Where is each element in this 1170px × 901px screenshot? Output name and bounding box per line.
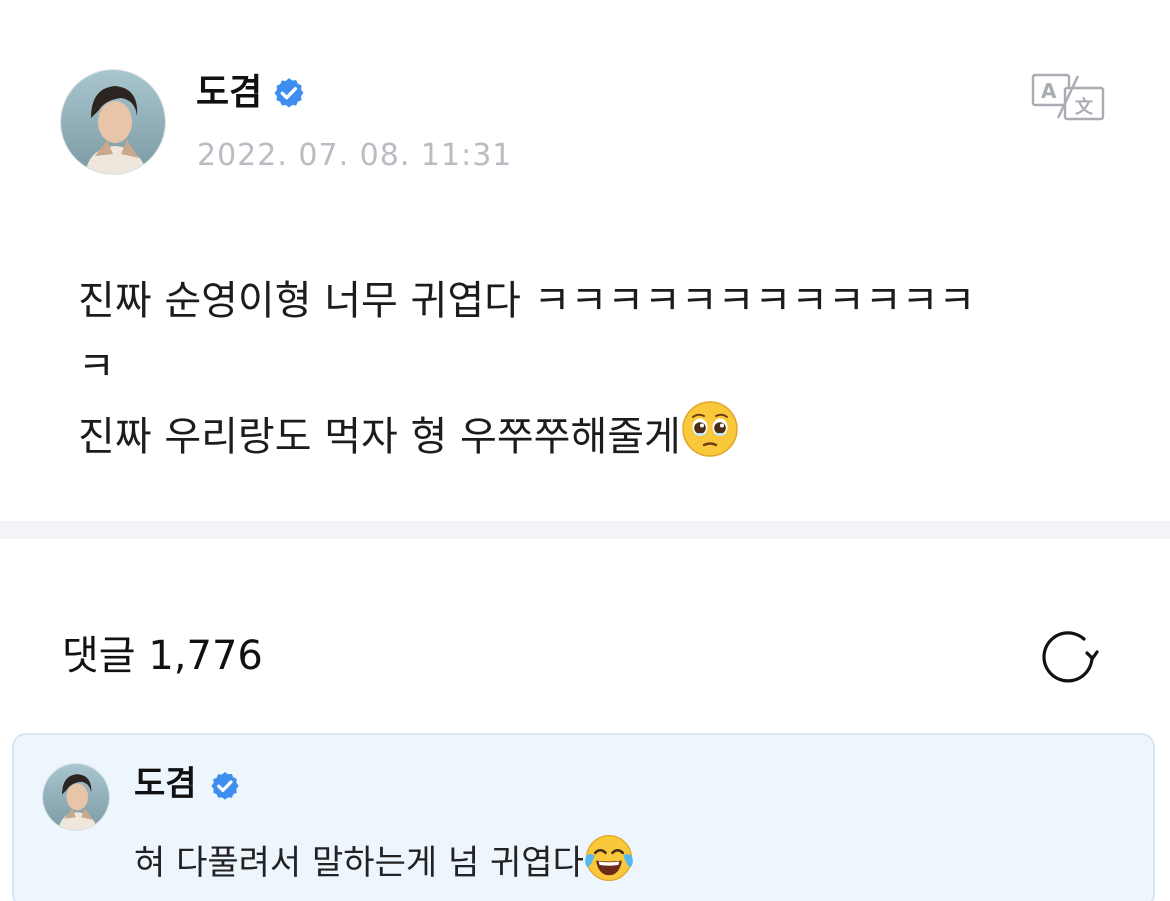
post-body-line-with-emoji: 진짜 우리랑도 먹자 형 우쭈쭈해줄게 (78, 400, 1098, 478)
pinned-comment[interactable]: 도겸 혀 다풀려서 말하는게 넘 귀엽다 (12, 733, 1155, 901)
post-timestamp: 2022. 07. 08. 11:31 (197, 138, 513, 173)
post-body-line: 진짜 순영이형 너무 귀엽다 ㅋㅋㅋㅋㅋㅋㅋㅋㅋㅋㅋㅋ (78, 278, 976, 324)
refresh-icon (1042, 631, 1099, 683)
translate-button[interactable]: A 文 (1030, 72, 1106, 122)
post-body-line-text: 진짜 우리랑도 먹자 형 우쭈쭈해줄게 (78, 414, 681, 460)
comment-author[interactable]: 도겸 (134, 761, 241, 807)
svg-text:文: 文 (1075, 96, 1094, 118)
refresh-button[interactable] (1040, 627, 1100, 687)
comments-header: 댓글 1,776 (62, 630, 263, 682)
verified-badge-icon (209, 768, 241, 800)
post-author-name: 도겸 (196, 72, 263, 113)
post-body: 진짜 순영이형 너무 귀엽다 ㅋㅋㅋㅋㅋㅋㅋㅋㅋㅋㅋㅋ ㅋ 진짜 우리랑도 먹자… (78, 268, 1098, 478)
section-divider (0, 521, 1170, 539)
post-page: 도겸 2022. 07. 08. 11:31 A 文 진짜 순영이형 너무 귀엽… (0, 0, 1170, 901)
comment-author-name: 도겸 (134, 764, 197, 804)
comment-author-avatar[interactable] (42, 763, 110, 831)
svg-text:A: A (1041, 79, 1057, 103)
author-avatar[interactable] (60, 69, 166, 175)
comment-text-row: 혀 다풀려서 말하는게 넘 귀엽다 (134, 833, 634, 896)
tears-of-joy-emoji-icon (584, 833, 634, 896)
comments-label: 댓글 (62, 633, 136, 679)
comment-text: 혀 다풀려서 말하는게 넘 귀엽다 (134, 843, 584, 883)
translate-icon: A 文 (1031, 73, 1105, 121)
comments-count: 1,776 (148, 633, 263, 679)
verified-badge-icon (272, 76, 306, 110)
pleading-face-emoji-icon (681, 400, 739, 478)
post-author[interactable]: 도겸 (196, 70, 306, 116)
post-body-line: ㅋ (78, 344, 115, 390)
